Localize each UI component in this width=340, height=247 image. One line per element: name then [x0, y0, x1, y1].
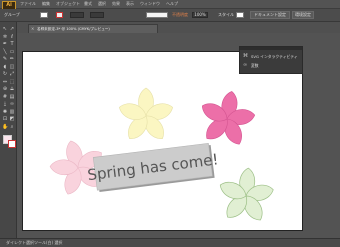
spring-banner[interactable]: Spring has come! [85, 142, 220, 193]
panel-row-svg-interactivity[interactable]: ⌘ SVG インタラクティビティ [242, 53, 300, 60]
svg-interactivity-panel: ⌘ SVG インタラクティビティ ∞ 変数 [239, 46, 303, 74]
variables-icon: ∞ [243, 62, 248, 68]
panel-row-variables[interactable]: ∞ 変数 [242, 62, 300, 69]
flower-magenta[interactable] [198, 89, 257, 148]
panel-label-svg-interactivity: SVG インタラクティビティ [251, 54, 298, 59]
artwork: Spring has come! [49, 87, 276, 225]
panel-header[interactable] [240, 47, 302, 50]
flower-green[interactable] [216, 166, 276, 225]
svg-interactivity-icon: ⌘ [243, 53, 248, 59]
panel-label-variables: 変数 [251, 63, 259, 68]
status-text: ダイレクト選択ツール(白) 選択 [6, 240, 63, 245]
flower-yellow[interactable] [116, 87, 176, 144]
